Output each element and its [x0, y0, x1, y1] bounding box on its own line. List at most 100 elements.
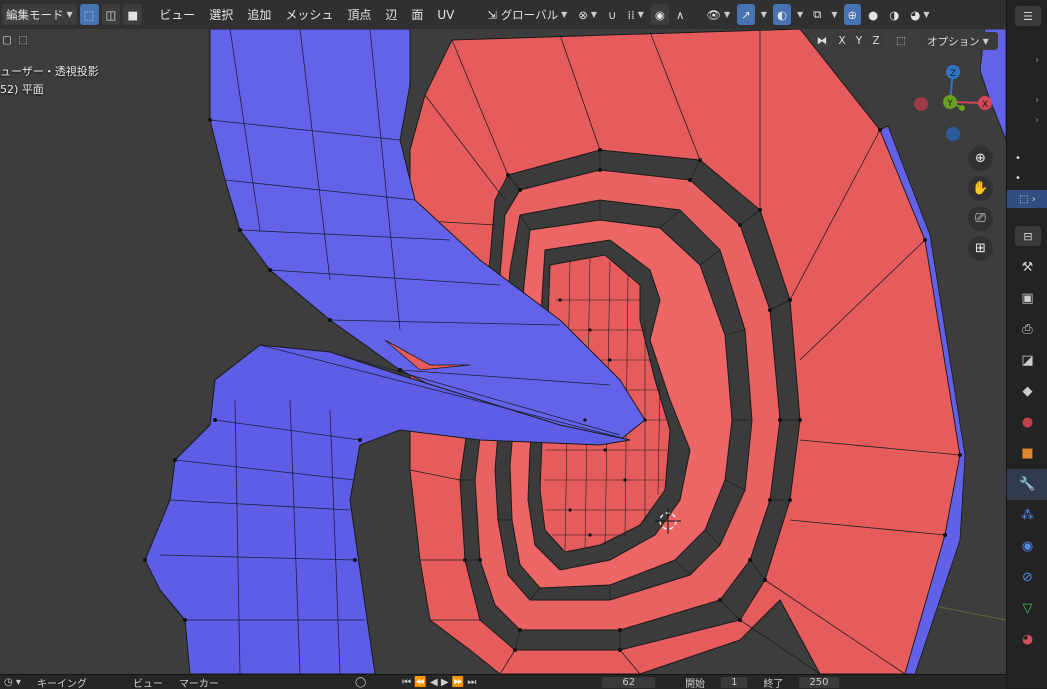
mirror-axis-y[interactable]: Y: [851, 32, 867, 50]
mirror-axis-y-label: Y: [856, 35, 862, 47]
right-properties-panel: ☰ › › › • • ⬚ › ⊟ ⚒ ▣ ⎙ ◪ ◆ ● ■ 🔧 ⁂ ◉ ⊘ …: [1006, 0, 1047, 688]
tab-scene[interactable]: ◆: [1007, 376, 1047, 407]
mirror-icon-button[interactable]: ⧓: [812, 32, 832, 50]
chevron-down-icon[interactable]: ▼: [761, 10, 767, 19]
scene-icon: ◆: [1023, 384, 1033, 399]
mirror-axis-x[interactable]: X: [834, 32, 850, 50]
outliner-expand-2[interactable]: ›: [1035, 95, 1039, 106]
menu-uv[interactable]: UV: [430, 8, 461, 22]
tab-world[interactable]: ●: [1007, 407, 1047, 438]
vertex-select-icon: ⬚: [84, 8, 95, 22]
mesh-canvas[interactable]: [0, 29, 1006, 674]
pivot-icon: ⊗: [578, 8, 588, 22]
xray-icon: ⧉: [813, 7, 821, 22]
menu-edge[interactable]: 辺: [378, 6, 404, 23]
visibility-selector[interactable]: 👁▼: [702, 4, 734, 25]
object-info: 52) 平面: [0, 81, 44, 97]
menu-select[interactable]: 選択: [202, 6, 240, 23]
end-frame-field[interactable]: 250: [799, 677, 838, 688]
pivot-point-selector[interactable]: ⊗▼: [574, 4, 601, 25]
render-icon: ▣: [1021, 291, 1033, 306]
outliner-item-dot-2[interactable]: •: [1015, 173, 1021, 184]
mirror-axis-z-label: Z: [872, 35, 879, 47]
rendered-shading-button[interactable]: ◕▼: [906, 4, 933, 25]
mirror-axis-z[interactable]: Z: [868, 32, 884, 50]
physics-icon: ◉: [1022, 539, 1033, 554]
orientation-label: グローバル: [501, 7, 558, 23]
start-frame-field[interactable]: 1: [721, 677, 747, 688]
edge-select-button[interactable]: ◫: [102, 4, 121, 25]
outliner-display-mode[interactable]: ☰: [1015, 6, 1041, 26]
mode-selector[interactable]: 編集モード▼: [2, 4, 77, 25]
tab-view-layer[interactable]: ◪: [1007, 345, 1047, 376]
material-shading-button[interactable]: ◑: [885, 4, 903, 25]
wireframe-shading-button[interactable]: ⊕: [844, 4, 862, 25]
timeline-editor-type[interactable]: ◷ ▾: [4, 677, 21, 688]
menu-mesh[interactable]: メッシュ: [278, 6, 340, 23]
face-select-button[interactable]: ■: [123, 4, 142, 25]
playback-controls[interactable]: ⏮ ⏪ ◀ ▶ ⏩ ⏭: [402, 677, 476, 688]
outliner-item-active[interactable]: ⬚ ›: [1007, 190, 1047, 208]
tool-settings-button[interactable]: ⬚: [16, 31, 30, 49]
proportional-editing-toggle[interactable]: ◉: [651, 4, 669, 25]
tab-particles[interactable]: ⁂: [1007, 500, 1047, 531]
menu-playback[interactable]: キーイング: [37, 675, 87, 689]
pan-button[interactable]: ✋: [968, 176, 993, 201]
end-frame-label: 終了: [763, 675, 783, 689]
outliner-expand-3[interactable]: ›: [1035, 115, 1039, 126]
chevron-down-icon: ▼: [923, 10, 929, 19]
falloff-selector[interactable]: ∧: [672, 4, 688, 25]
gizmo-z-label: Z: [950, 69, 956, 79]
properties-editor-icon: ⊟: [1023, 230, 1032, 243]
current-frame-field[interactable]: 62: [602, 677, 655, 688]
tab-data[interactable]: ▽: [1007, 593, 1047, 624]
auto-keying-toggle[interactable]: ◯: [355, 677, 366, 688]
menu-view[interactable]: ビュー: [133, 675, 163, 689]
camera-view-button[interactable]: ⎚: [968, 206, 993, 231]
menu-vertex[interactable]: 頂点: [340, 6, 378, 23]
menu-add[interactable]: 追加: [240, 6, 278, 23]
menu-face[interactable]: 面: [404, 6, 430, 23]
3d-viewport[interactable]: ューザー・透視投影 52) 平面 ▢ ⬚ ⧓ X Y Z ⬚ オプション▼ X …: [0, 29, 1006, 674]
tab-modifier[interactable]: 🔧: [1007, 469, 1047, 500]
gizmo-toggle[interactable]: ↗: [737, 4, 755, 25]
gizmo-neg-x-axis[interactable]: [914, 97, 928, 111]
vertex-select-button[interactable]: ⬚: [80, 4, 99, 25]
snap-target-selector[interactable]: ⁞⁞▼: [623, 4, 647, 25]
chevron-down-icon[interactable]: ▼: [797, 10, 803, 19]
chevron-down-icon: ▼: [561, 10, 567, 19]
tab-output[interactable]: ⎙: [1007, 314, 1047, 345]
tab-object[interactable]: ■: [1007, 438, 1047, 469]
tab-physics[interactable]: ◉: [1007, 531, 1047, 562]
face-select-icon: ■: [127, 8, 138, 22]
menu-view[interactable]: ビュー: [152, 6, 202, 23]
zoom-button[interactable]: ⊕: [968, 146, 993, 171]
rendered-shading-icon: ◕: [910, 8, 920, 22]
proportional-icon: ◉: [655, 8, 665, 22]
tab-constraints[interactable]: ⊘: [1007, 562, 1047, 593]
tab-tool[interactable]: ⚒: [1007, 252, 1047, 283]
overlay-toggle[interactable]: ◐: [773, 4, 791, 25]
tab-material[interactable]: ◕: [1007, 624, 1047, 655]
xray-toggle[interactable]: ⧉: [809, 4, 825, 25]
auto-merge-button[interactable]: ⬚: [892, 32, 910, 50]
solid-shading-button[interactable]: ●: [864, 4, 882, 25]
perspective-toggle-button[interactable]: ⊞: [968, 236, 993, 261]
options-dropdown[interactable]: オプション▼: [918, 32, 998, 50]
snap-toggle[interactable]: ∪: [604, 4, 620, 25]
properties-tabs: ⚒ ▣ ⎙ ◪ ◆ ● ■ 🔧 ⁂ ◉ ⊘ ▽ ◕: [1007, 252, 1047, 655]
tab-render[interactable]: ▣: [1007, 283, 1047, 314]
chevron-down-icon[interactable]: ▼: [831, 10, 837, 19]
outliner-expand-1[interactable]: ›: [1035, 55, 1039, 66]
modifier-icon: 🔧: [1019, 477, 1035, 492]
menu-marker[interactable]: マーカー: [179, 675, 219, 689]
navigation-gizmo[interactable]: X Z Y: [910, 64, 1000, 149]
transform-orientation-selector[interactable]: ⇲ グローバル▼: [483, 4, 571, 25]
outliner-item-dot-1[interactable]: •: [1015, 153, 1021, 164]
selection-mode-icon: ⬚: [18, 34, 28, 46]
gizmo-y-label: Y: [946, 99, 953, 109]
gizmo-neg-z-axis[interactable]: [946, 127, 960, 141]
properties-editor-type[interactable]: ⊟: [1015, 226, 1041, 246]
toolbar-toggle-button[interactable]: ▢: [0, 31, 14, 49]
chevron-down-icon: ▼: [724, 10, 730, 19]
